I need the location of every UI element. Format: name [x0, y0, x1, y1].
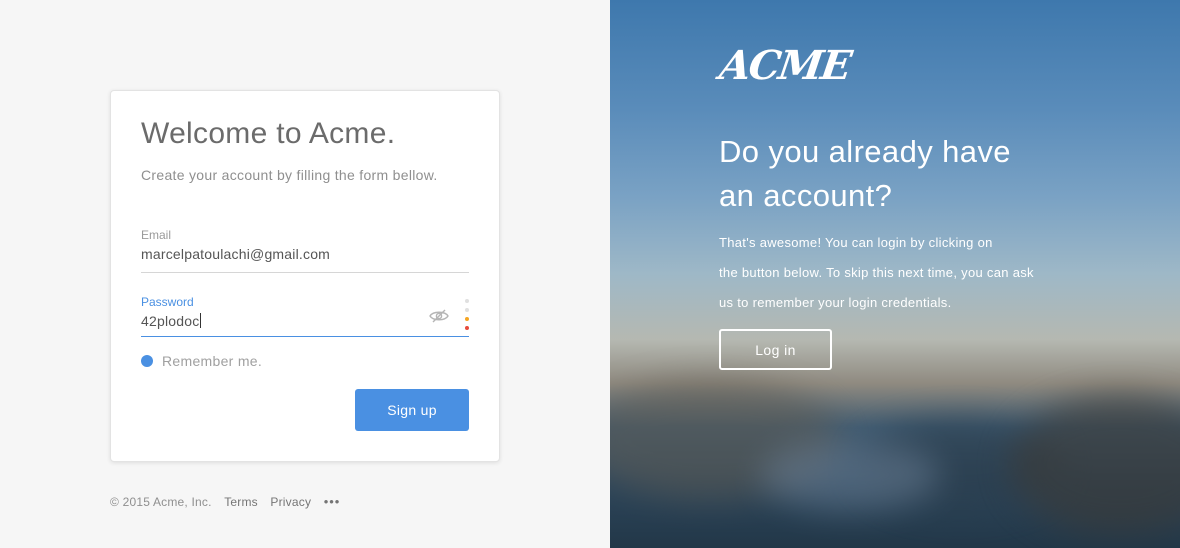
remember-me-option[interactable]: Remember me.: [141, 353, 262, 369]
strength-dot: [465, 308, 469, 312]
login-headline: Do you already have an account?: [719, 130, 1079, 218]
remember-me-label: Remember me.: [162, 353, 263, 369]
strength-dot: [465, 299, 469, 303]
privacy-link[interactable]: Privacy: [270, 495, 311, 509]
more-options-icon[interactable]: •••: [324, 494, 341, 509]
login-description: That's awesome! You can login by clickin…: [719, 228, 1089, 318]
eye-slash-icon[interactable]: [429, 309, 449, 323]
email-underline: [141, 272, 469, 273]
password-strength-indicator: [465, 299, 469, 335]
headline-line: Do you already have: [719, 134, 1011, 169]
password-input[interactable]: 42plodoc: [141, 313, 469, 329]
email-field[interactable]: Email marcelpatoulachi@gmail.com: [141, 228, 469, 274]
form-subtitle: Create your account by filling the form …: [141, 167, 438, 183]
remember-me-radio[interactable]: [141, 355, 153, 367]
password-field[interactable]: Password 42plodoc: [141, 295, 469, 339]
page-title: Welcome to Acme.: [141, 117, 396, 150]
description-line: us to remember your login credentials.: [719, 295, 952, 310]
signup-card: Welcome to Acme. Create your account by …: [110, 90, 500, 462]
signup-button[interactable]: Sign up: [355, 389, 469, 431]
strength-dot: [465, 326, 469, 330]
signup-panel: Welcome to Acme. Create your account by …: [0, 0, 610, 548]
headline-line: an account?: [719, 178, 893, 213]
email-input[interactable]: marcelpatoulachi@gmail.com: [141, 246, 469, 262]
password-label: Password: [141, 295, 194, 309]
text-cursor: [200, 313, 202, 328]
background-blur-shape: [760, 440, 940, 510]
password-underline: [141, 336, 469, 337]
copyright-text: © 2015 Acme, Inc.: [110, 495, 212, 509]
footer: © 2015 Acme, Inc. Terms Privacy •••: [110, 494, 340, 509]
email-label: Email: [141, 228, 172, 242]
password-value: 42plodoc: [141, 313, 200, 329]
terms-link[interactable]: Terms: [224, 495, 258, 509]
description-line: the button below. To skip this next time…: [719, 265, 1034, 280]
login-button[interactable]: Log in: [719, 329, 832, 370]
login-panel: ACME Do you already have an account? Tha…: [610, 0, 1180, 548]
background-blur-shape: [1010, 395, 1180, 535]
acme-logo: ACME: [716, 42, 853, 89]
description-line: That's awesome! You can login by clickin…: [719, 235, 993, 250]
strength-dot: [465, 317, 469, 321]
